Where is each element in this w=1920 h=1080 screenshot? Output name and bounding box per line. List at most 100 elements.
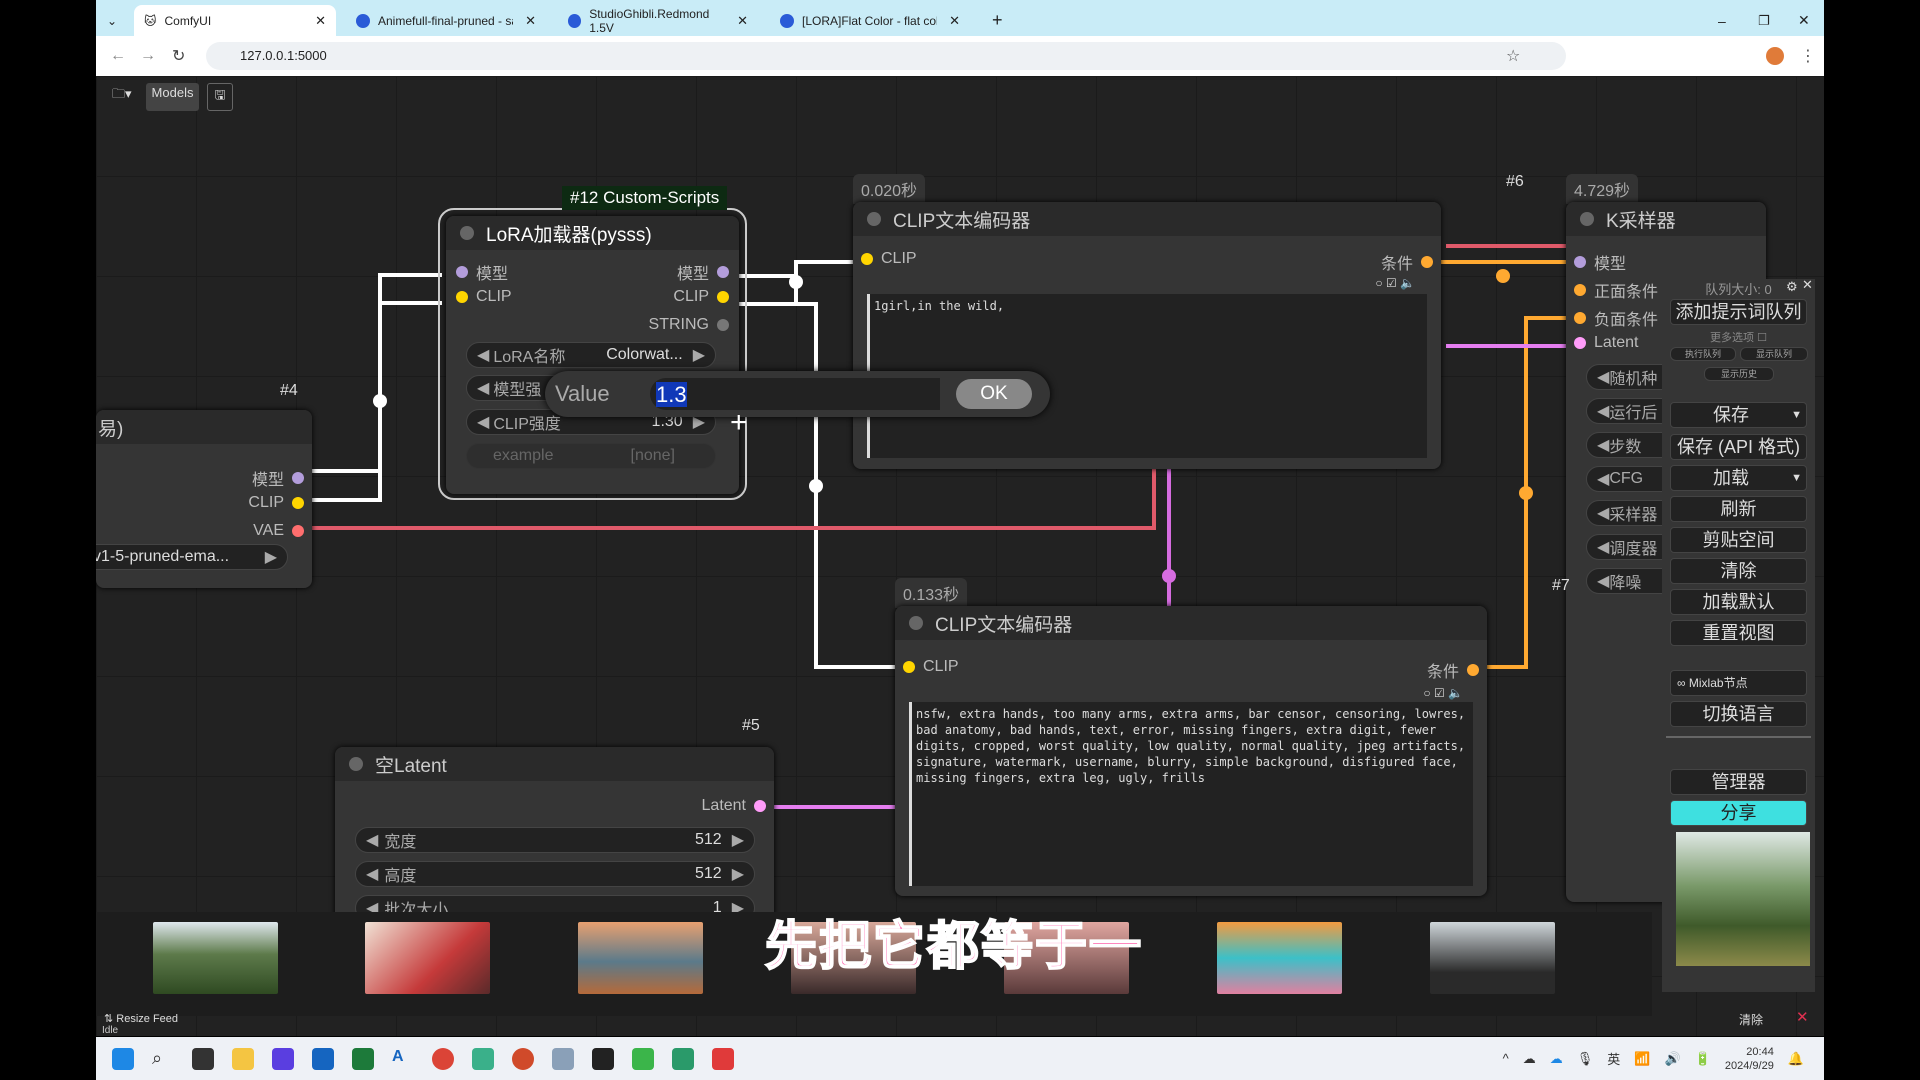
resize-feed-button[interactable]: ⇅ Resize Feed [104,1012,178,1025]
feed-thumbnail[interactable] [1217,922,1342,994]
notes-icon[interactable] [672,1047,694,1070]
notification-bell-icon[interactable]: 🔔 [1788,1051,1804,1067]
node-canvas[interactable]: 🗀▾ Models 🖫 #4 易) 模型 CLIP VAE v1-5-prune… [96,76,1824,1036]
close-tab-icon[interactable]: ✕ [315,13,326,29]
height-widget[interactable]: ◀ 高度 512 ▶ [355,861,755,887]
minimize-button[interactable]: – [1708,5,1736,36]
workflow-folder-button[interactable]: 🗀▾ [106,83,138,111]
show-history-button[interactable]: 显示历史 [1704,367,1774,381]
output-model: 模型 [252,466,304,490]
save-icon[interactable]: 🖫 [207,83,233,111]
close-tab-icon[interactable]: ✕ [737,13,748,29]
mixlab-button[interactable]: ∞ Mixlab节点 [1670,670,1807,696]
font-app-icon[interactable]: A [392,1048,414,1070]
ok-button[interactable]: OK [956,379,1032,409]
chrome-icon[interactable] [432,1047,454,1070]
new-tab-button[interactable]: + [982,5,1013,36]
output-vae: VAE [253,522,304,540]
tab-search-button[interactable]: ⌄ [98,5,126,36]
battery-icon[interactable]: 🔋 [1695,1051,1711,1067]
recorder-icon[interactable] [712,1047,734,1070]
shield-icon[interactable] [472,1047,494,1070]
settings-gear-icon[interactable]: ⚙ [1786,279,1798,295]
file-explorer-icon[interactable] [232,1047,254,1070]
feed-thumbnail[interactable] [578,922,703,994]
search-icon[interactable]: ⌕ [152,1048,174,1070]
video-subtitle: 先把它都等于一 [764,917,1144,977]
input-clip: CLIP [903,658,959,676]
manager-button[interactable]: 管理器 [1670,769,1807,795]
url-input[interactable]: 127.0.0.1:5000 [206,42,1566,70]
tray-chevron-icon[interactable]: ^ [1503,1051,1509,1066]
divider [1666,736,1811,738]
node-id: #5 [742,717,760,734]
node-id: #6 [1506,173,1524,190]
cloud-icon[interactable]: ☁ [1523,1051,1536,1067]
excel-icon[interactable] [352,1047,374,1070]
share-button[interactable]: 分享 [1670,800,1807,826]
volume-icon[interactable]: 🔊 [1665,1051,1681,1067]
onedrive-icon[interactable]: ☁ [1550,1051,1563,1067]
input-language[interactable]: 英 [1607,1049,1620,1068]
clip-text-encode-negative-node[interactable]: CLIP文本编码器 CLIP 条件 ○ ☑ 🔈 nsfw, extra hand… [895,606,1487,896]
save-api-button[interactable]: 保存 (API 格式) [1670,434,1807,460]
clear-button[interactable]: 清除 [1670,558,1807,584]
tab-comfyui[interactable]: 🐱 ComfyUI ✕ [134,5,336,36]
terminal-icon[interactable] [592,1047,614,1070]
negative-prompt-textarea[interactable]: nsfw, extra hands, too many arms, extra … [909,702,1473,886]
reset-view-button[interactable]: 重置视图 [1670,620,1807,646]
app-icon[interactable] [272,1047,294,1070]
switch-language-button[interactable]: 切换语言 [1670,701,1807,727]
clipspace-button[interactable]: 剪贴空间 [1670,527,1807,553]
feed-clear-button[interactable]: 清除 [1739,1011,1763,1028]
monitor-icon[interactable] [552,1047,574,1070]
tab-studioghibli[interactable]: StudioGhibli.Redmond 1.5V ✕ [558,5,758,36]
microphone-icon[interactable]: 🎙 [1577,1051,1594,1067]
tab-lora-flat-color[interactable]: [LORA]Flat Color - flat color ✕ [770,5,970,36]
load-default-button[interactable]: 加载默认 [1670,589,1807,615]
exec-queue-button[interactable]: 执行队列 [1670,347,1736,361]
queue-prompt-button[interactable]: 添加提示词队列 [1670,299,1807,325]
checkpoint-loader-node[interactable]: 易) 模型 CLIP VAE v1-5-pruned-ema... ▶ [96,410,312,588]
clip-text-encode-positive-node[interactable]: CLIP文本编码器 CLIP 条件 ○ ☑ 🔈 1girl,in the wil… [853,202,1441,469]
tab-animefull[interactable]: Animefull-final-pruned - safe✕ [346,5,546,36]
store-icon[interactable] [312,1047,334,1070]
prompt-toggles[interactable]: ○ ☑ 🔈 [1375,276,1415,290]
show-queue-button[interactable]: 显示队列 [1740,347,1808,361]
feed-thumbnail[interactable] [1430,922,1555,994]
value-input[interactable]: 1.3 [650,378,940,410]
more-options-checkbox[interactable]: 更多选项 ☐ [1662,329,1815,345]
example-widget[interactable]: example [none] [466,443,716,469]
prompt-toggles[interactable]: ○ ☑ 🔈 [1423,686,1463,700]
lora-name-widget[interactable]: ◀ LoRA名称 Colorwat... ▶ [466,342,716,368]
close-menu-icon[interactable]: ✕ [1802,277,1813,293]
refresh-button[interactable]: 刷新 [1670,496,1807,522]
powerpoint-icon[interactable] [512,1047,534,1070]
clock[interactable]: 20:44 2024/9/29 [1725,1045,1774,1073]
close-window-button[interactable]: ✕ [1788,5,1820,36]
back-icon[interactable]: ← [110,47,126,65]
bookmark-star-icon[interactable]: ☆ [1506,46,1520,66]
feed-close-icon[interactable]: ✕ [1796,1008,1809,1026]
feed-thumbnail[interactable] [153,922,278,994]
save-button[interactable]: 保存 ▼ [1670,402,1807,428]
reload-icon[interactable]: ↻ [172,46,185,66]
width-widget[interactable]: ◀ 宽度 512 ▶ [355,827,755,853]
camtasia-icon[interactable] [632,1047,654,1070]
task-view-icon[interactable] [192,1047,214,1070]
load-button[interactable]: 加载 ▼ [1670,465,1807,491]
feed-thumbnail[interactable] [365,922,490,994]
models-button[interactable]: Models [145,83,200,111]
close-tab-icon[interactable]: ✕ [949,13,960,29]
browser-menu-icon[interactable]: ⋮ [1800,46,1816,66]
preview-image[interactable] [1676,832,1810,966]
maximize-button[interactable]: ❐ [1748,5,1780,36]
lora-loader-node[interactable]: LoRA加载器(pysss) 模型 CLIP 模型 CLIP STRING ◀ … [446,216,739,494]
profile-avatar[interactable] [1766,47,1784,65]
close-tab-icon[interactable]: ✕ [525,13,536,29]
ckpt-name-widget[interactable]: v1-5-pruned-ema... ▶ [96,544,288,570]
start-icon[interactable] [112,1047,134,1070]
wifi-icon[interactable]: 📶 [1634,1051,1650,1067]
forward-icon[interactable]: → [140,47,156,65]
input-clip: CLIP [861,250,917,268]
